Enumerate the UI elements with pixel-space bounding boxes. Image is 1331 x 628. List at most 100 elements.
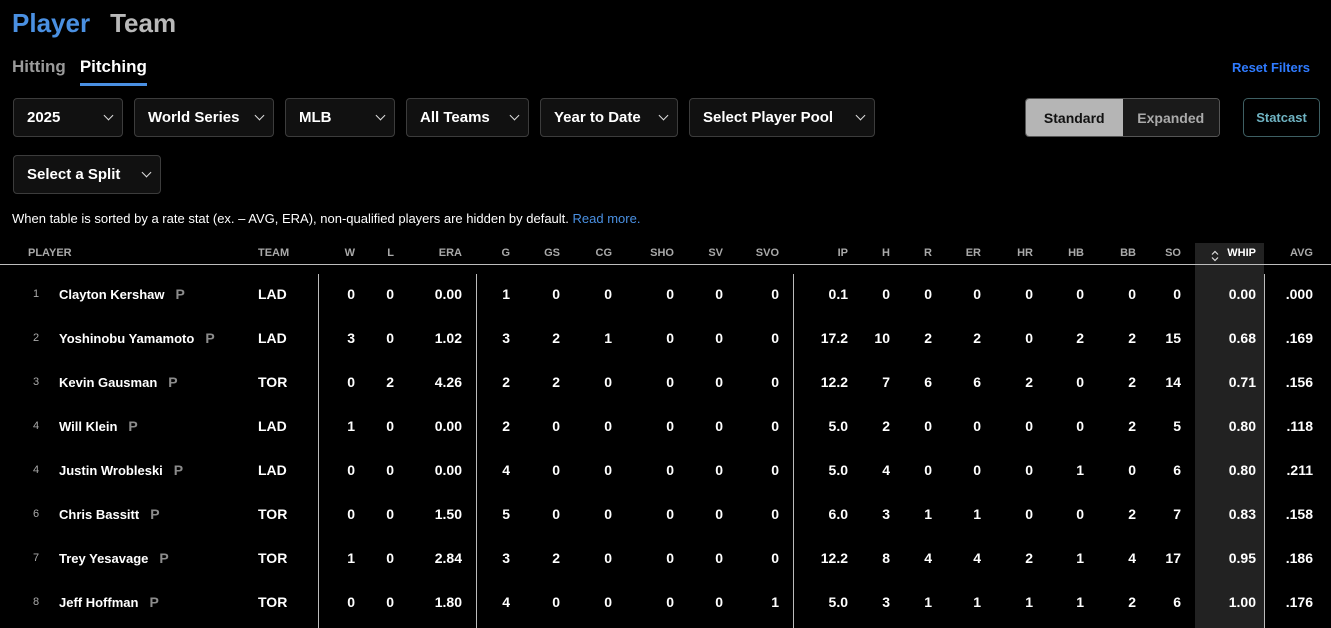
column-header-w[interactable]: W <box>345 247 355 259</box>
player-name-link[interactable]: Kevin Gausman <box>59 375 157 390</box>
tab-pitching[interactable]: Pitching <box>79 56 147 86</box>
cell-er: 0 <box>973 418 981 434</box>
table-row[interactable]: 7 Trey Yesavage P TOR 1 0 2.84 3 2 0 0 0 0 12.2 8 4 4 2 1 4… <box>0 536 1331 580</box>
chevron-down-icon <box>658 110 669 121</box>
cell-cg: 1 <box>604 330 612 346</box>
cell-r: 6 <box>924 374 932 390</box>
player-name-link[interactable]: Trey Yesavage <box>59 551 148 566</box>
cell-l: 0 <box>386 550 394 566</box>
player-name-link[interactable]: Justin Wrobleski <box>59 463 163 478</box>
cell-sv: 0 <box>715 374 723 390</box>
column-header-sv[interactable]: SV <box>708 247 723 259</box>
column-header-hr[interactable]: HR <box>1017 247 1033 259</box>
reset-filters-link[interactable]: Reset Filters <box>1232 60 1310 75</box>
cell-hb: 0 <box>1076 418 1084 434</box>
column-header-l[interactable]: L <box>387 247 394 259</box>
cell-team[interactable]: LAD <box>258 462 287 478</box>
game-type-value: World Series <box>148 109 240 126</box>
row-rank: 2 <box>33 332 40 344</box>
cell-whip: 0.71 <box>1228 374 1256 390</box>
player-pool-dropdown[interactable]: Select Player Pool <box>689 98 875 137</box>
statcast-button[interactable]: Statcast <box>1243 98 1320 137</box>
cell-so: 17 <box>1165 550 1181 566</box>
player-name-link[interactable]: Yoshinobu Yamamoto <box>59 331 194 346</box>
table-row[interactable]: 1 Clayton Kershaw P LAD 0 0 0.00 1 0 0 0 0 0 0.1 0 0 0 0 0… <box>0 272 1331 316</box>
period-dropdown[interactable]: Year to Date <box>540 98 678 137</box>
standard-view-button[interactable]: Standard <box>1026 99 1123 136</box>
player-name-link[interactable]: Chris Bassitt <box>59 507 139 522</box>
cell-team[interactable]: LAD <box>258 418 287 434</box>
table-row[interactable]: 2 Yoshinobu Yamamoto P LAD 3 0 1.02 3 2 1 0 0 0 17.2 1… <box>0 316 1331 360</box>
cell-avg: .169 <box>1285 330 1313 346</box>
table-row[interactable]: 4 Will Klein P LAD 1 0 0.00 2 0 0 0 0 0 5.0 2 0 0 0 0 2 5 0.8… <box>0 404 1331 448</box>
cell-avg: .156 <box>1285 374 1313 390</box>
column-header-era[interactable]: ERA <box>439 247 462 259</box>
team-dropdown[interactable]: All Teams <box>406 98 529 137</box>
split-dropdown[interactable]: Select a Split <box>13 155 161 194</box>
column-header-hb[interactable]: HB <box>1068 247 1084 259</box>
game-type-dropdown[interactable]: World Series <box>134 98 274 137</box>
table-row[interactable]: 4 Justin Wrobleski P LAD 0 0 0.00 4 0 0 0 0 0 5.0 4 0 0 0… <box>0 448 1331 492</box>
cell-hb: 1 <box>1076 594 1084 610</box>
column-header-r[interactable]: R <box>924 247 932 259</box>
column-header-gs[interactable]: GS <box>544 247 560 259</box>
cell-bb: 2 <box>1128 594 1136 610</box>
team-value: All Teams <box>420 109 490 126</box>
expanded-view-button[interactable]: Expanded <box>1122 99 1219 136</box>
column-header-cg[interactable]: CG <box>596 247 613 259</box>
column-header-team[interactable]: TEAM <box>258 247 289 259</box>
column-header-avg[interactable]: AVG <box>1290 247 1313 259</box>
player-team-tabs: Player Team <box>12 6 176 40</box>
note-text: When table is sorted by a rate stat (ex.… <box>12 211 569 226</box>
cell-team[interactable]: TOR <box>258 374 287 390</box>
column-header-sho[interactable]: SHO <box>650 247 674 259</box>
player-name-link[interactable]: Clayton Kershaw <box>59 287 164 302</box>
cell-ip: 5.0 <box>828 462 848 478</box>
cell-team[interactable]: TOR <box>258 594 287 610</box>
table-row[interactable]: 6 Chris Bassitt P TOR 0 0 1.50 5 0 0 0 0 0 6.0 3 1 1 0 0 2 7… <box>0 492 1331 536</box>
cell-sho: 0 <box>666 462 674 478</box>
cell-r: 1 <box>924 594 932 610</box>
cell-er: 2 <box>973 330 981 346</box>
cell-avg: .186 <box>1285 550 1313 566</box>
cell-h: 0 <box>882 286 890 302</box>
column-header-ip[interactable]: IP <box>838 247 848 259</box>
league-dropdown[interactable]: MLB <box>285 98 395 137</box>
cell-team[interactable]: LAD <box>258 286 287 302</box>
table-row[interactable]: 3 Kevin Gausman P TOR 0 2 4.26 2 2 0 0 0 0 12.2 7 6 6 2 0 2… <box>0 360 1331 404</box>
cell-svo: 0 <box>771 286 779 302</box>
cell-hr: 0 <box>1025 462 1033 478</box>
cell-team[interactable]: LAD <box>258 330 287 346</box>
cell-avg: .211 <box>1286 462 1313 478</box>
cell-l: 0 <box>386 286 394 302</box>
column-header-svo[interactable]: SVO <box>756 247 779 259</box>
player-name-link[interactable]: Jeff Hoffman <box>59 595 138 610</box>
cell-era: 0.00 <box>434 418 462 434</box>
cell-so: 0 <box>1173 286 1181 302</box>
column-header-bb[interactable]: BB <box>1120 247 1136 259</box>
cell-team[interactable]: TOR <box>258 550 287 566</box>
cell-h: 4 <box>882 462 890 478</box>
player-name-link[interactable]: Will Klein <box>59 419 117 434</box>
column-header-player[interactable]: PLAYER <box>28 247 72 259</box>
table-body: 1 Clayton Kershaw P LAD 0 0 0.00 1 0 0 0 0 0 0.1 0 0 0 0 0… <box>0 272 1331 624</box>
column-header-whip[interactable]: WHIP <box>1227 247 1256 259</box>
column-header-g[interactable]: G <box>501 247 510 259</box>
cell-sv: 0 <box>715 594 723 610</box>
row-rank: 4 <box>33 420 40 432</box>
column-header-er[interactable]: ER <box>966 247 981 259</box>
cell-sho: 0 <box>666 594 674 610</box>
column-header-h[interactable]: H <box>882 247 890 259</box>
season-dropdown[interactable]: 2025 <box>13 98 123 137</box>
tab-player[interactable]: Player <box>12 6 90 40</box>
read-more-link[interactable]: Read more. <box>573 211 641 226</box>
cell-w: 3 <box>347 330 355 346</box>
table-row[interactable]: 8 Jeff Hoffman P TOR 0 0 1.80 4 0 0 0 0 1 5.0 3 1 1 1 1 2 6 1… <box>0 580 1331 624</box>
tab-team[interactable]: Team <box>110 6 176 40</box>
cell-sv: 0 <box>715 418 723 434</box>
tab-hitting[interactable]: Hitting <box>12 56 66 86</box>
cell-g: 3 <box>502 550 510 566</box>
column-header-so[interactable]: SO <box>1165 247 1181 259</box>
cell-team[interactable]: TOR <box>258 506 287 522</box>
player-cell: Yoshinobu Yamamoto P <box>59 330 215 346</box>
